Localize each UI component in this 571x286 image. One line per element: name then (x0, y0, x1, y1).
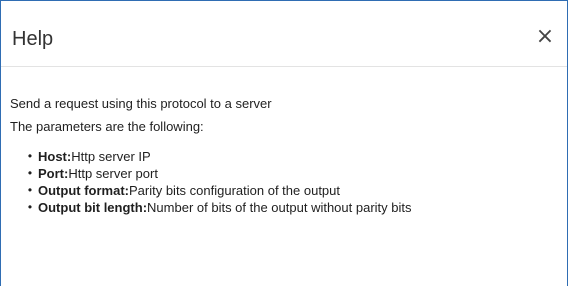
parameter-description: Http server port (68, 166, 158, 181)
bullet-icon: • (27, 200, 33, 214)
intro-text: Send a request using this protocol to a … (10, 96, 272, 111)
parameter-description: Number of bits of the output without par… (147, 200, 412, 215)
close-button[interactable]: × (533, 25, 557, 49)
parameter-name: Port: (38, 166, 69, 181)
parameter-name: Host: (38, 149, 72, 164)
close-icon: × (535, 24, 555, 49)
parameter-description: Parity bits configuration of the output (128, 183, 340, 198)
parameter-name: Output format: (38, 183, 129, 198)
parameters-intro-text: The parameters are the following: (10, 119, 204, 134)
parameter-description: Http server IP (71, 149, 151, 164)
bullet-icon: • (27, 149, 33, 163)
bullet-icon: • (27, 166, 33, 180)
parameter-item-port: • Port:Http server port (26, 166, 559, 181)
dialog-header: Help × (1, 1, 567, 67)
dialog-body: Send a request using this protocol to a … (10, 96, 559, 217)
parameter-item-output-bit-length: • Output bit length:Number of bits of th… (26, 200, 559, 215)
dialog-title: Help (12, 28, 54, 50)
parameter-item-host: • Host:Http server IP (26, 149, 559, 164)
parameter-name: Output bit length: (38, 200, 148, 215)
bullet-icon: • (27, 183, 33, 197)
parameter-list: • Host:Http server IP • Port:Http server… (10, 149, 559, 215)
parameter-item-output-format: • Output format:Parity bits configuratio… (26, 183, 559, 198)
help-dialog: Help × Send a request using this protoco… (0, 0, 568, 286)
